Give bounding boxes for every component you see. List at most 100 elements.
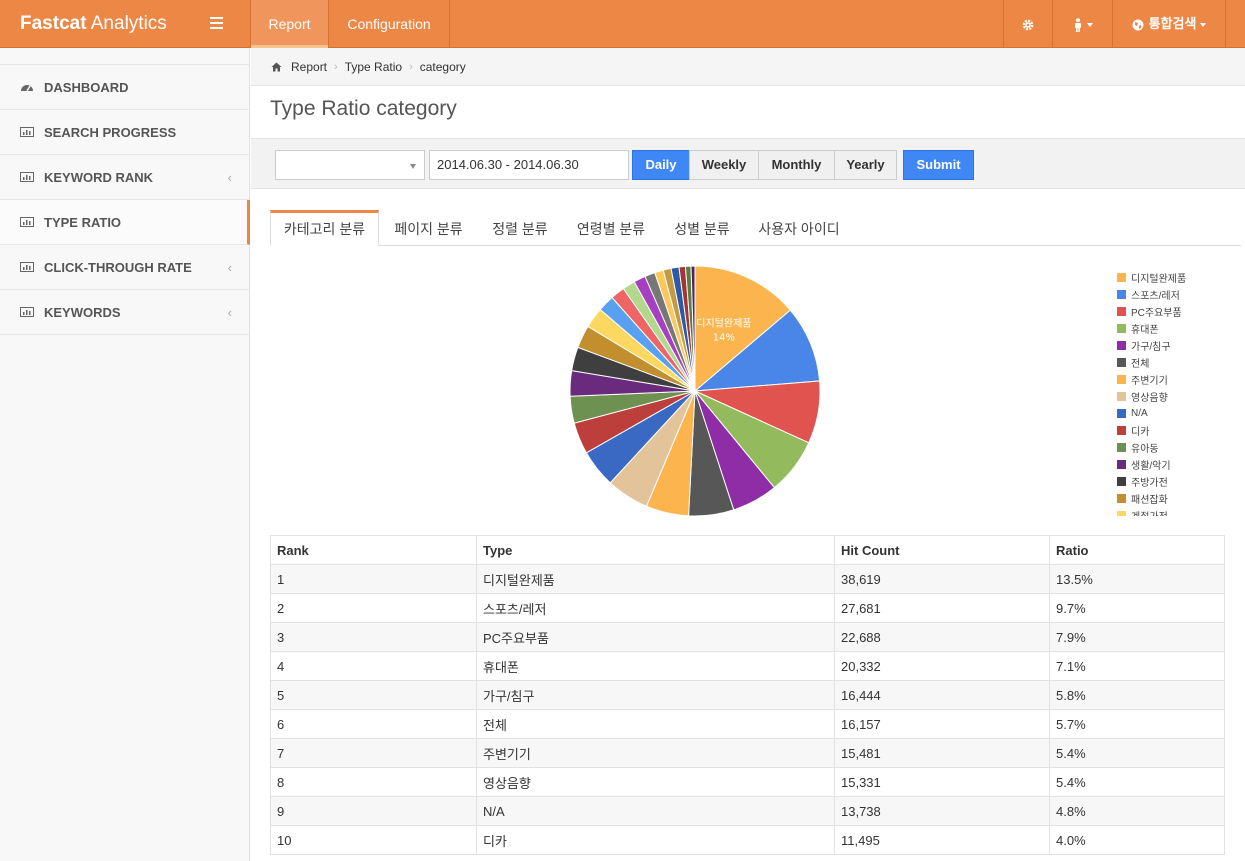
legend-item[interactable]: 주방가전 <box>1117 473 1237 490</box>
cell-ratio: 7.1% <box>1049 651 1225 681</box>
date-range-input[interactable]: 2014.06.30 - 2014.06.30 <box>429 150 629 180</box>
daily-button[interactable]: Daily <box>632 150 690 180</box>
legend-item[interactable]: 휴대폰 <box>1117 320 1237 337</box>
sidebar-item-click-through-rate[interactable]: CLICK-THROUGH RATE ‹ <box>0 245 250 290</box>
nav-report[interactable]: Report <box>251 0 328 48</box>
legend-item[interactable]: 전체 <box>1117 354 1237 371</box>
type-ratio-table: Rank Type Hit Count Ratio 1 디지털완제품 38,619 1… <box>270 535 1225 855</box>
menu-toggle-icon[interactable] <box>210 14 226 32</box>
sidebar-item-dashboard[interactable]: DASHBOARD <box>0 65 250 110</box>
legend-item[interactable]: 디지털완제품 <box>1117 269 1237 286</box>
cell-ratio: 9.7% <box>1049 593 1225 623</box>
legend-item[interactable]: 패션잡화 <box>1117 490 1237 507</box>
monthly-button[interactable]: Monthly <box>758 150 835 180</box>
cell-type: 전체 <box>476 709 835 739</box>
cell-type: 디카 <box>476 825 835 855</box>
settings-gear-icon[interactable] <box>1004 0 1052 48</box>
chevron-right-icon: › <box>409 60 413 73</box>
table-header-row: Rank Type Hit Count Ratio <box>270 535 1225 565</box>
legend-label: 유아동 <box>1131 444 1159 455</box>
table-row: 1 디지털완제품 38,619 13.5% <box>270 564 1225 594</box>
legend-item[interactable]: 유아동 <box>1117 439 1237 456</box>
legend-swatch <box>1117 375 1126 384</box>
submit-button[interactable]: Submit <box>903 150 974 180</box>
chevron-left-icon: ‹ <box>227 260 232 275</box>
legend-item[interactable]: N/A <box>1117 405 1237 422</box>
legend-label: 계절가전 <box>1131 508 1168 516</box>
column-header-rank[interactable]: Rank <box>270 535 477 565</box>
legend-item[interactable]: 계절가전 <box>1117 507 1237 516</box>
cell-hit-count: 27,681 <box>834 593 1050 623</box>
column-header-hit-count[interactable]: Hit Count <box>834 535 1050 565</box>
legend-swatch <box>1117 409 1126 418</box>
sidebar-item-keyword-rank[interactable]: KEYWORD RANK ‹ <box>0 155 250 200</box>
legend-item[interactable]: 주변기기 <box>1117 371 1237 388</box>
category-select[interactable] <box>275 150 425 180</box>
cell-type: PC주요부품 <box>476 622 835 652</box>
breadcrumb: Report › Type Ratio › category <box>251 48 1245 86</box>
bar-chart-icon <box>20 307 34 317</box>
chevron-down-icon <box>1200 22 1207 27</box>
user-menu[interactable] <box>1053 0 1112 48</box>
legend-swatch <box>1117 358 1126 367</box>
table-row: 8 영상음향 15,331 5.4% <box>270 767 1225 797</box>
table-row: 3 PC주요부품 22,688 7.9% <box>270 622 1225 652</box>
tab-category[interactable]: 카테고리 분류 <box>270 210 379 246</box>
table-row: 6 전체 16,157 5.7% <box>270 709 1225 739</box>
dashboard-icon <box>21 85 33 92</box>
cell-type: N/A <box>476 796 835 826</box>
cell-rank: 7 <box>270 738 477 768</box>
legend-item[interactable]: 생활/악기 <box>1117 456 1237 473</box>
table-row: 10 디카 11,495 4.0% <box>270 825 1225 855</box>
breadcrumb-type-ratio[interactable]: Type Ratio <box>345 60 402 74</box>
cell-ratio: 13.5% <box>1049 564 1225 594</box>
tab-age[interactable]: 연령별 분류 <box>566 210 656 246</box>
sidebar-item-keywords[interactable]: KEYWORDS ‹ <box>0 290 250 335</box>
cell-type: 스포츠/레저 <box>476 593 835 623</box>
legend-label: 영상음향 <box>1131 393 1168 404</box>
sidebar-item-search-progress[interactable]: SEARCH PROGRESS <box>0 110 250 155</box>
cell-hit-count: 16,157 <box>834 709 1050 739</box>
cell-rank: 6 <box>270 709 477 739</box>
breadcrumb-category: category <box>419 59 466 74</box>
column-header-type[interactable]: Type <box>476 535 835 565</box>
legend-item[interactable]: PC주요부품 <box>1117 303 1237 320</box>
breadcrumb-report[interactable]: Report <box>291 60 327 74</box>
slice-label: 디지털완제품 <box>696 318 751 330</box>
legend-swatch <box>1117 307 1126 316</box>
column-header-ratio[interactable]: Ratio <box>1049 535 1225 565</box>
legend-item[interactable]: 영상음향 <box>1117 388 1237 405</box>
bar-chart-icon <box>20 262 34 272</box>
cell-rank: 1 <box>270 564 477 594</box>
nav-configuration[interactable]: Configuration <box>329 0 449 48</box>
legend-label: 주변기기 <box>1131 376 1168 387</box>
home-icon <box>271 62 282 71</box>
brand-logo[interactable]: Fastcat Analytics <box>20 0 167 48</box>
cell-type: 주변기기 <box>476 738 835 768</box>
cell-hit-count: 22,688 <box>834 622 1050 652</box>
yearly-button[interactable]: Yearly <box>834 150 897 180</box>
cell-rank: 3 <box>270 622 477 652</box>
cell-hit-count: 20,332 <box>834 651 1050 681</box>
tab-user-id[interactable]: 사용자 아이디 <box>749 210 849 246</box>
category-tabs: 카테고리 분류 페이지 분류 정렬 분류 연령별 분류 성별 분류 사용자 아이… <box>270 210 1241 246</box>
legend-label: 주방가전 <box>1131 478 1168 489</box>
cell-ratio: 4.8% <box>1049 796 1225 826</box>
weekly-button[interactable]: Weekly <box>689 150 759 180</box>
legend-item[interactable]: 스포츠/레저 <box>1117 286 1237 303</box>
legend-swatch <box>1117 494 1126 503</box>
chevron-right-icon: › <box>334 60 338 73</box>
chevron-left-icon: ‹ <box>227 305 232 320</box>
legend-item[interactable]: 가구/침구 <box>1117 337 1237 354</box>
tab-gender[interactable]: 성별 분류 <box>663 210 741 246</box>
cell-ratio: 7.9% <box>1049 622 1225 652</box>
search-scope-menu[interactable]: 통합검색 <box>1113 0 1225 48</box>
sidebar: DASHBOARD SEARCH PROGRESS KEYWORD RANK ‹… <box>0 48 250 861</box>
tab-page[interactable]: 페이지 분류 <box>385 210 472 246</box>
legend-swatch <box>1117 460 1126 469</box>
legend-item[interactable]: 디카 <box>1117 422 1237 439</box>
tab-sort[interactable]: 정렬 분류 <box>481 210 559 246</box>
cell-hit-count: 15,331 <box>834 767 1050 797</box>
sidebar-item-type-ratio[interactable]: TYPE RATIO <box>0 200 250 245</box>
legend-swatch <box>1117 273 1126 282</box>
